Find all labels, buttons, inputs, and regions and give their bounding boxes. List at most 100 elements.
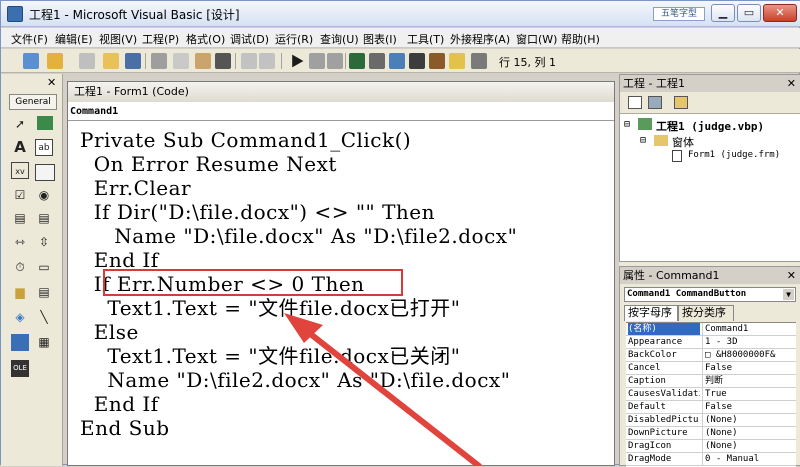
property-row[interactable]: CausesValidati True: [626, 388, 796, 401]
property-value[interactable]: (None): [702, 440, 794, 452]
property-value[interactable]: 判断: [702, 375, 794, 387]
object-browser-icon[interactable]: [409, 53, 425, 69]
optionbutton-tool-icon[interactable]: ◉: [35, 187, 53, 204]
property-value[interactable]: (None): [702, 427, 794, 439]
menu-diagram[interactable]: 图表(I): [363, 31, 397, 47]
properties-window-icon[interactable]: [369, 53, 385, 69]
property-row[interactable]: DisabledPictur (None): [626, 414, 796, 427]
textbox-tool-icon[interactable]: ab: [35, 139, 53, 156]
chevron-down-icon[interactable]: ▼: [783, 289, 794, 300]
data-tool-icon[interactable]: ▦: [35, 334, 53, 351]
picturebox-tool-icon[interactable]: [37, 116, 53, 130]
menu-debug[interactable]: 调试(D): [230, 31, 269, 47]
tree-form-node[interactable]: Form1 (judge.frm): [688, 150, 780, 160]
property-row[interactable]: DragIcon (None): [626, 440, 796, 453]
property-row[interactable]: Default False: [626, 401, 796, 414]
commandbutton-tool-icon[interactable]: [35, 164, 55, 181]
toolbox-close-button[interactable]: ✕: [47, 76, 56, 89]
toolbox-general-tab[interactable]: General: [9, 94, 57, 110]
code-line[interactable]: Text1.Text = "文件file.docx已打开": [80, 296, 460, 320]
copy-icon[interactable]: [173, 53, 189, 69]
cut-icon[interactable]: [151, 53, 167, 69]
property-value[interactable]: 1 - 3D: [702, 336, 794, 348]
property-row[interactable]: Caption 判断: [626, 375, 796, 388]
object-selector[interactable]: Command1 CommandButton ▼: [624, 287, 796, 302]
properties-close-button[interactable]: ✕: [787, 267, 796, 284]
code-line[interactable]: If Dir("D:\file.docx") <> "" Then: [80, 200, 435, 224]
toggle-folders-icon[interactable]: [674, 96, 688, 109]
frame-tool-icon[interactable]: xv: [11, 162, 29, 179]
form-layout-icon[interactable]: [389, 53, 405, 69]
shape-tool-icon[interactable]: ◈: [11, 309, 29, 326]
property-value[interactable]: (None): [702, 414, 794, 426]
property-row[interactable]: BackColor □ &H8000000F&: [626, 349, 796, 362]
component-manager-icon[interactable]: [471, 53, 487, 69]
menu-view[interactable]: 视图(V): [99, 31, 137, 47]
listbox-tool-icon[interactable]: ▤: [35, 210, 53, 227]
property-value[interactable]: 0 - Manual: [702, 453, 794, 465]
toolbox-icon[interactable]: [429, 53, 445, 69]
code-line[interactable]: Text1.Text = "文件file.docx已关闭": [80, 344, 460, 368]
maximize-button[interactable]: ▭: [737, 4, 761, 22]
add-project-icon[interactable]: [23, 53, 39, 69]
code-line[interactable]: End If: [80, 392, 159, 416]
add-form-icon[interactable]: [47, 53, 63, 69]
menu-run[interactable]: 运行(R): [275, 31, 313, 47]
property-row[interactable]: DragMode 0 - Manual: [626, 453, 796, 466]
property-value[interactable]: True: [702, 388, 794, 400]
save-project-icon[interactable]: [125, 53, 141, 69]
code-line[interactable]: Name "D:\file.docx" As "D:\file2.docx": [80, 224, 517, 248]
view-object-icon[interactable]: [648, 96, 662, 109]
line-tool-icon[interactable]: ╲: [35, 309, 53, 326]
property-value[interactable]: □ &H8000000F&: [702, 349, 794, 361]
tree-project-node[interactable]: 工程1 (judge.vbp): [656, 118, 764, 134]
drivelistbox-tool-icon[interactable]: ▭: [35, 259, 53, 276]
tab-categorized[interactable]: 按分类序: [678, 305, 734, 321]
minimize-button[interactable]: ▁: [711, 4, 735, 22]
property-value[interactable]: False: [702, 401, 794, 413]
code-line[interactable]: Else: [80, 320, 139, 344]
property-row[interactable]: Appearance 1 - 3D: [626, 336, 796, 349]
property-value[interactable]: Command1: [702, 323, 794, 335]
image-tool-icon[interactable]: [11, 334, 29, 351]
property-row[interactable]: DownPicture (None): [626, 427, 796, 440]
dirlistbox-tool-icon[interactable]: ▆: [11, 284, 29, 301]
menu-edit[interactable]: 编辑(E): [55, 31, 93, 47]
view-code-icon[interactable]: [628, 96, 642, 109]
checkbox-tool-icon[interactable]: ☑: [11, 187, 29, 204]
tree-expander-icon[interactable]: ⊟: [624, 119, 630, 130]
break-icon[interactable]: [309, 53, 325, 69]
vscrollbar-tool-icon[interactable]: ⇳: [35, 234, 53, 251]
property-row[interactable]: (名称) Command1: [626, 323, 796, 336]
data-view-icon[interactable]: [449, 53, 465, 69]
menu-editor-icon[interactable]: [79, 53, 95, 69]
project-explorer-close-button[interactable]: ✕: [787, 75, 796, 92]
object-dropdown[interactable]: Command1: [68, 103, 614, 121]
hscrollbar-tool-icon[interactable]: ⇿: [11, 234, 29, 251]
menu-project[interactable]: 工程(P): [142, 31, 179, 47]
filelistbox-tool-icon[interactable]: ▤: [35, 284, 53, 301]
menu-addins[interactable]: 外接程序(A): [450, 31, 510, 47]
property-row[interactable]: Cancel False: [626, 362, 796, 375]
menu-window[interactable]: 窗口(W): [516, 31, 557, 47]
undo-icon[interactable]: [241, 53, 257, 69]
timer-tool-icon[interactable]: ⏱: [11, 259, 29, 276]
project-explorer-icon[interactable]: [349, 53, 365, 69]
label-tool-icon[interactable]: A: [11, 139, 29, 156]
paste-icon[interactable]: [195, 53, 211, 69]
code-line[interactable]: On Error Resume Next: [80, 152, 337, 176]
find-icon[interactable]: [215, 53, 231, 69]
tab-alphabetic[interactable]: 按字母序: [624, 305, 678, 321]
menu-format[interactable]: 格式(O): [186, 31, 225, 47]
menu-tools[interactable]: 工具(T): [407, 31, 444, 47]
code-line[interactable]: Err.Clear: [80, 176, 191, 200]
code-line[interactable]: Private Sub Command1_Click(): [80, 128, 411, 152]
start-run-icon[interactable]: [292, 54, 304, 68]
open-project-icon[interactable]: [103, 53, 119, 69]
ole-tool-icon[interactable]: OLE: [11, 360, 29, 377]
code-line[interactable]: End Sub: [80, 416, 170, 440]
end-icon[interactable]: [327, 53, 343, 69]
code-line[interactable]: Name "D:\file2.docx" As "D:\file.docx": [80, 368, 510, 392]
tree-expander-icon[interactable]: ⊟: [640, 135, 646, 146]
pointer-tool-icon[interactable]: ➚: [11, 116, 29, 133]
